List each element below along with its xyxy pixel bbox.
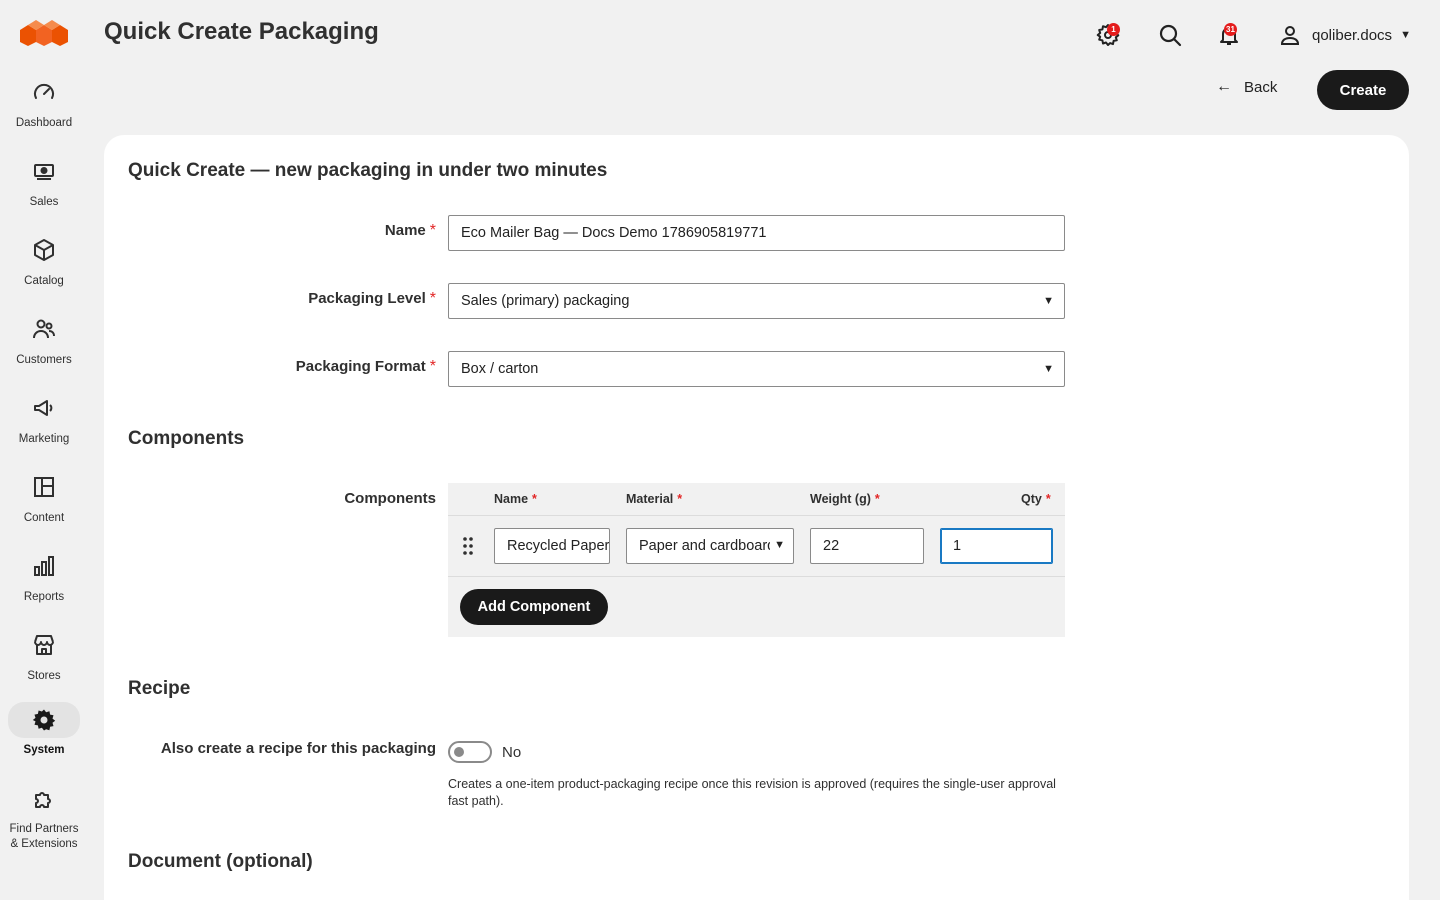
document-section-title: Document (optional) bbox=[128, 851, 313, 872]
store-icon bbox=[34, 635, 54, 655]
user-icon bbox=[1280, 26, 1300, 45]
component-material-select[interactable]: Paper and cardboard ▼ bbox=[626, 528, 794, 564]
component-qty-input[interactable]: 1 bbox=[940, 528, 1053, 564]
gauge-icon bbox=[34, 83, 54, 99]
user-account-menu[interactable]: qoliber.docs ▼ bbox=[1278, 20, 1411, 50]
component-material-value: Paper and cardboard bbox=[639, 538, 776, 554]
sidebar-item-label: Reports bbox=[23, 591, 65, 603]
packaging-format-select[interactable]: Box / carton ▼ bbox=[448, 351, 1065, 387]
username: qoliber.docs bbox=[1312, 26, 1393, 44]
components-table-header: Name * Material * Weight (g) * Qty * bbox=[448, 483, 1065, 516]
admin-sidebar: Dashboard Sales Catalog Customers Market… bbox=[0, 0, 88, 900]
required-marker: * bbox=[429, 358, 436, 375]
column-header-name: Name * bbox=[494, 492, 537, 506]
sidebar-item-system[interactable]: System bbox=[8, 702, 80, 772]
sidebar-item-label: Marketing bbox=[18, 433, 70, 445]
component-weight-input[interactable]: 22 bbox=[810, 528, 924, 564]
column-header-weight: Weight (g) * bbox=[810, 492, 880, 506]
sidebar-item-find-partners[interactable]: Find Partners & Extensions bbox=[8, 781, 80, 861]
system-messages-button[interactable]: 1 bbox=[1093, 20, 1123, 50]
cash-icon bbox=[34, 164, 54, 180]
sidebar-item-label: Find Partners & Extensions bbox=[9, 823, 79, 850]
sidebar-item-label: Content bbox=[23, 512, 65, 524]
packaging-format-label: Packaging Format * bbox=[295, 358, 436, 375]
column-header-material: Material * bbox=[626, 492, 683, 506]
notifications-badge: 31 bbox=[1224, 23, 1237, 36]
recipe-section-title: Recipe bbox=[128, 678, 191, 699]
form-title: Quick Create — new packaging in under tw… bbox=[128, 160, 608, 181]
back-button[interactable]: ← Back bbox=[1216, 78, 1277, 96]
sidebar-item-catalog[interactable]: Catalog bbox=[8, 232, 80, 302]
megaphone-icon bbox=[34, 400, 53, 416]
sidebar-item-label: Catalog bbox=[24, 275, 64, 287]
caret-down-icon: ▼ bbox=[1043, 295, 1054, 307]
recipe-help-text: Creates a one-item product-packaging rec… bbox=[448, 777, 1056, 808]
components-field-label: Components bbox=[344, 490, 436, 507]
recipe-toggle-label: Also create a recipe for this packaging bbox=[160, 740, 436, 757]
sidebar-item-reports[interactable]: Reports bbox=[8, 548, 80, 618]
required-marker: * bbox=[429, 290, 436, 307]
add-component-button[interactable]: Add Component bbox=[460, 589, 608, 625]
caret-down-icon: ▼ bbox=[770, 539, 785, 551]
column-header-qty: Qty * bbox=[1021, 492, 1051, 506]
magento-logo[interactable] bbox=[18, 20, 70, 48]
packaging-level-value: Sales (primary) packaging bbox=[461, 293, 630, 309]
packaging-format-value: Box / carton bbox=[461, 361, 539, 377]
users-icon bbox=[33, 319, 55, 339]
global-search-button[interactable] bbox=[1155, 20, 1185, 50]
layout-icon bbox=[34, 477, 54, 497]
recipe-toggle-value: No bbox=[502, 744, 522, 761]
table-row: Recycled Paper Paper and cardboard ▼ 22 … bbox=[448, 516, 1065, 577]
sidebar-item-label: System bbox=[23, 744, 65, 756]
name-field-label: Name * bbox=[384, 222, 436, 239]
search-icon bbox=[1159, 24, 1182, 47]
sidebar-item-sales[interactable]: Sales bbox=[8, 153, 80, 223]
page-title: Quick Create Packaging bbox=[104, 18, 379, 45]
gear-icon bbox=[32, 709, 56, 731]
bar-chart-icon bbox=[34, 556, 54, 576]
sidebar-item-label: Stores bbox=[27, 670, 61, 682]
toggle-knob bbox=[454, 747, 464, 757]
packaging-level-label: Packaging Level * bbox=[308, 290, 436, 307]
components-table: Name * Material * Weight (g) * Qty * Recycle… bbox=[448, 483, 1065, 637]
recipe-toggle[interactable] bbox=[448, 741, 492, 763]
quick-create-form: Quick Create — new packaging in under tw… bbox=[104, 135, 1409, 900]
name-input[interactable]: Eco Mailer Bag — Docs Demo 1786905819771 bbox=[448, 215, 1065, 251]
packaging-level-select[interactable]: Sales (primary) packaging ▼ bbox=[448, 283, 1065, 319]
sidebar-item-customers[interactable]: Customers bbox=[8, 311, 80, 381]
sidebar-item-label: Dashboard bbox=[15, 117, 73, 129]
arrow-left-icon: ← bbox=[1216, 78, 1232, 95]
sidebar-item-label: Customers bbox=[16, 354, 72, 366]
sidebar-item-marketing[interactable]: Marketing bbox=[8, 390, 80, 460]
sidebar-item-stores[interactable]: Stores bbox=[8, 627, 80, 697]
caret-down-icon: ▼ bbox=[1043, 363, 1054, 375]
caret-down-icon: ▼ bbox=[1400, 29, 1411, 41]
back-button-label: Back bbox=[1244, 78, 1278, 96]
components-section-title: Components bbox=[128, 428, 245, 449]
notifications-button[interactable]: 31 bbox=[1214, 20, 1244, 50]
create-button[interactable]: Create bbox=[1317, 70, 1409, 110]
sidebar-item-dashboard[interactable]: Dashboard bbox=[8, 74, 80, 144]
puzzle-icon bbox=[35, 792, 51, 808]
drag-handle-icon[interactable] bbox=[460, 536, 476, 556]
cube-icon bbox=[34, 239, 54, 261]
component-name-input[interactable]: Recycled Paper bbox=[494, 528, 610, 564]
sidebar-item-label: Sales bbox=[29, 196, 59, 208]
required-marker: * bbox=[429, 222, 436, 239]
sidebar-item-content[interactable]: Content bbox=[8, 469, 80, 539]
system-messages-badge: 1 bbox=[1107, 23, 1120, 36]
